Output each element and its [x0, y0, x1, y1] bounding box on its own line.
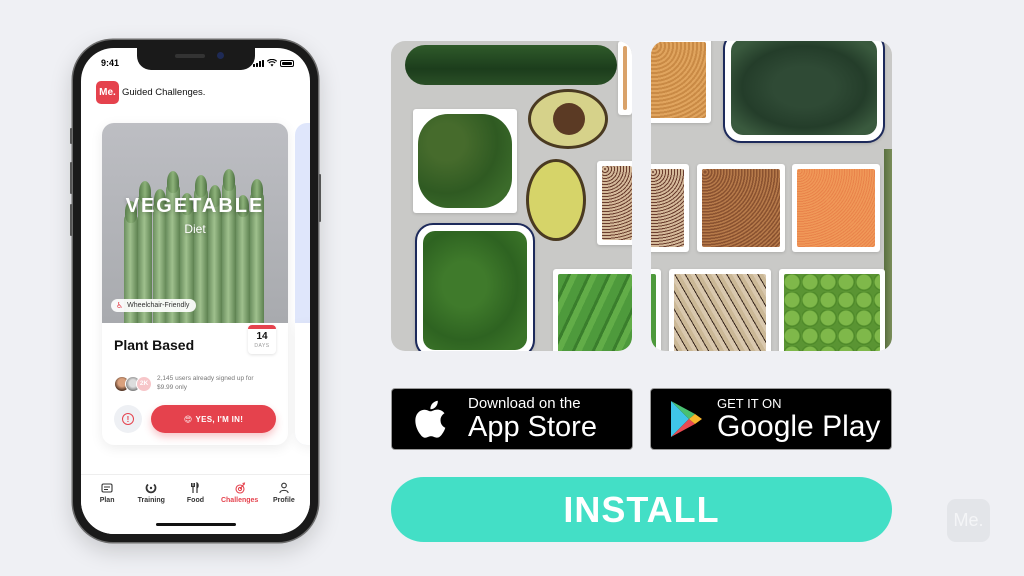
phone-volume-up — [70, 162, 72, 194]
tab-challenges[interactable]: Challenges — [219, 482, 261, 504]
app-store-text: Download on the App Store — [468, 395, 597, 443]
tab-food[interactable]: Food — [174, 482, 216, 504]
avatar-stack: 2K — [114, 375, 152, 392]
tab-plan[interactable]: Plan — [86, 482, 128, 504]
phone-mockup: 9:41 Me. Guided Challenges. VEGETABLE Di… — [70, 40, 321, 542]
phone-screen: 9:41 Me. Guided Challenges. VEGETABLE Di… — [81, 48, 310, 534]
food-photo-left — [391, 41, 632, 351]
tab-label: Profile — [272, 497, 295, 504]
snap-peas-dish — [553, 269, 632, 351]
challenge-card-body: Plant Based 14 DAYS 2K 2,145 users alrea… — [102, 323, 288, 443]
food-icon — [191, 482, 200, 493]
app-header: Me. Guided Challenges. — [96, 81, 205, 104]
badge-label: Wheelchair-Friendly — [127, 302, 190, 309]
tab-label: Food — [186, 497, 205, 504]
broccoli-dish — [413, 109, 517, 213]
tab-label: Challenges — [220, 497, 259, 504]
app-store-line2: App Store — [468, 411, 597, 443]
challenge-hero-subtitle: Diet — [184, 222, 206, 236]
kale-bowl — [723, 41, 885, 143]
social-proof: 2K 2,145 users already signed up for $9.… — [114, 375, 276, 392]
duration-unit: DAYS — [254, 343, 270, 349]
apple-logo-icon — [415, 400, 446, 438]
brand-watermark: Me. — [947, 499, 990, 542]
tab-profile[interactable]: Profile — [263, 482, 305, 504]
buckwheat-dish — [697, 164, 785, 252]
battery-icon — [280, 59, 294, 67]
avatar-count: 2K — [136, 375, 152, 392]
quinoa-dish — [651, 164, 689, 252]
duration-calendar-badge: 14 DAYS — [248, 325, 276, 354]
plan-icon — [101, 483, 113, 493]
next-challenge-card-peek[interactable] — [295, 123, 310, 445]
brussels-sprouts-dish — [779, 269, 885, 351]
home-indicator[interactable] — [155, 523, 236, 526]
heart-eyes-emoji-icon: 😍 — [183, 414, 193, 424]
phone-power-button — [319, 174, 321, 222]
snap-peas-dish-edge — [651, 269, 661, 351]
app-title: Guided Challenges. — [122, 87, 206, 98]
tab-bar: Plan Training Food Challenges Profile — [81, 474, 310, 534]
google-play-line2: Google Play — [717, 410, 881, 443]
zucchini — [405, 45, 617, 85]
google-play-text: GET IT ON Google Play — [717, 396, 880, 442]
spinach-bowl — [415, 223, 535, 351]
tab-label: Training — [137, 497, 165, 504]
card-actions: ! 😍 YES, I'M IN! — [114, 405, 276, 433]
info-icon: ! — [122, 413, 134, 425]
app-store-line1: Download on the — [468, 395, 581, 412]
social-proof-text: 2,145 users already signed up for $9.99 … — [157, 375, 253, 392]
join-challenge-button[interactable]: 😍 YES, I'M IN! — [151, 405, 276, 433]
challenges-icon — [235, 482, 245, 494]
tab-training[interactable]: Training — [130, 482, 172, 504]
wild-rice-dish — [669, 269, 771, 351]
split-peas-dish — [651, 41, 711, 123]
challenge-hero-image: VEGETABLE Diet ♿ Wheelchair-Friendly — [102, 123, 288, 323]
join-challenge-label: YES, I'M IN! — [195, 414, 244, 424]
quinoa-dish — [597, 161, 632, 245]
duration-value: 14 — [256, 331, 268, 342]
lentil-dish-edge — [618, 41, 632, 115]
speaker — [174, 54, 205, 58]
social-proof-line1: 2,145 users already signed up for — [157, 375, 254, 382]
avocado-pit-half — [528, 89, 608, 149]
social-proof-line2: $9.99 only — [157, 383, 187, 391]
tab-label: Plan — [99, 497, 115, 504]
red-lentils-dish — [792, 164, 880, 252]
asparagus-spear — [884, 149, 892, 349]
notch — [136, 48, 255, 70]
profile-icon — [279, 482, 289, 494]
google-play-icon — [671, 401, 702, 437]
front-camera — [216, 52, 224, 59]
phone-silent-switch — [70, 128, 72, 144]
wheelchair-icon: ♿ — [116, 301, 124, 310]
status-icons — [253, 59, 294, 67]
food-photo-right — [651, 41, 892, 351]
app-logo: Me. — [96, 81, 119, 104]
cellular-signal-icon — [253, 59, 264, 67]
accessibility-badge: ♿ Wheelchair-Friendly — [111, 299, 197, 312]
challenge-card[interactable]: VEGETABLE Diet ♿ Wheelchair-Friendly Pla… — [102, 123, 288, 445]
training-icon — [145, 483, 157, 494]
avocado-half — [526, 159, 586, 241]
phone-volume-down — [70, 204, 72, 236]
status-time: 9:41 — [101, 58, 120, 68]
info-button[interactable]: ! — [114, 405, 142, 433]
install-button[interactable]: INSTALL — [391, 477, 892, 542]
wifi-icon — [267, 59, 277, 67]
challenge-hero-title: VEGETABLE — [125, 195, 265, 217]
app-store-badge[interactable]: Download on the App Store — [391, 388, 633, 450]
google-play-badge[interactable]: GET IT ON Google Play — [650, 388, 892, 450]
